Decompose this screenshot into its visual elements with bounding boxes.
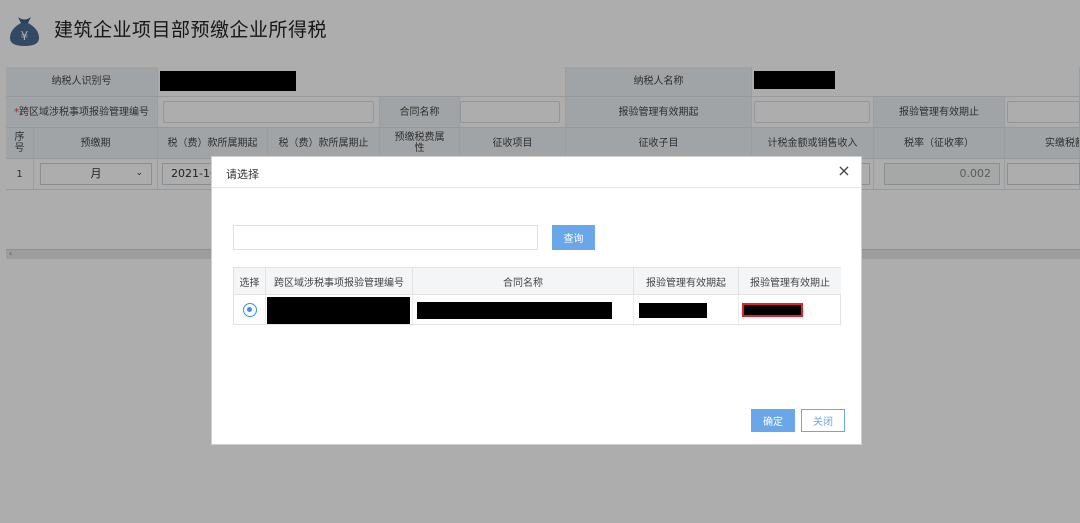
col-cross-region-no: 跨区域涉税事项报验管理编号 <box>266 268 413 295</box>
col-valid-to: 报验管理有效期止 <box>739 268 841 295</box>
dialog-title: 请选择 <box>226 168 259 181</box>
valid-from-cell <box>634 295 739 326</box>
query-button[interactable]: 查询 <box>552 225 595 250</box>
select-cell <box>234 295 266 326</box>
confirm-button[interactable]: 确定 <box>751 409 795 432</box>
close-button[interactable]: 关闭 <box>801 409 845 432</box>
valid-to-cell <box>739 295 841 326</box>
row-radio-button[interactable] <box>243 303 257 317</box>
col-contract-name: 合同名称 <box>413 268 634 295</box>
redacted-contract-name <box>417 302 612 319</box>
dialog-divider <box>212 187 861 188</box>
redacted-cross-region-no <box>267 297 410 324</box>
contract-name-cell <box>413 295 634 326</box>
cross-region-no-cell <box>266 295 413 326</box>
redacted-valid-to <box>742 303 803 317</box>
close-icon[interactable]: × <box>835 162 853 180</box>
select-dialog: 请选择 × 查询 选择 跨区域涉税事项报验管理编号 合同名称 报验管理有效期起 … <box>211 156 862 445</box>
search-input[interactable] <box>233 225 538 250</box>
col-valid-from: 报验管理有效期起 <box>634 268 739 295</box>
col-select: 选择 <box>234 268 266 295</box>
selection-table: 选择 跨区域涉税事项报验管理编号 合同名称 报验管理有效期起 报验管理有效期止 <box>233 267 841 326</box>
redacted-valid-from <box>639 303 707 318</box>
